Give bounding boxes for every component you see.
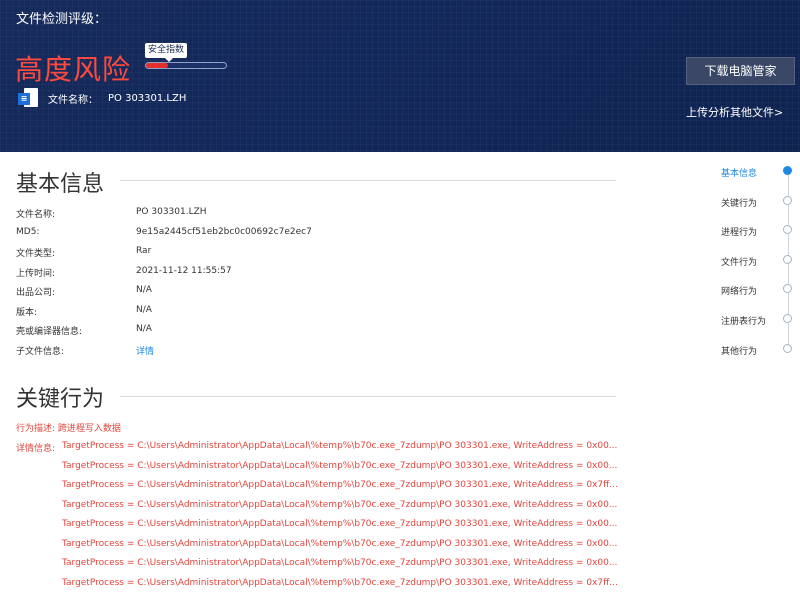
file-name-value: PO 303301.LZH: [108, 92, 187, 104]
info-row: 文件类型: Rar: [16, 246, 616, 265]
info-label: 壳或编译器信息:: [16, 327, 83, 337]
info-label: 版本:: [16, 307, 38, 318]
detail-line: TargetProcess = C:\Users\Administrator\A…: [62, 558, 618, 568]
detail-line: TargetProcess = C:\Users\Administrator\A…: [62, 519, 618, 529]
nav-item-label: 基本信息: [721, 169, 758, 179]
nav-item-label: 关键行为: [721, 198, 758, 209]
info-value: Rar: [136, 246, 152, 256]
detail-line: TargetProcess = C:\Users\Administrator\A…: [62, 538, 618, 549]
nav-item[interactable]: 关键行为: [721, 195, 796, 210]
safety-index-tag: 安全指数: [145, 43, 188, 62]
info-value: PO 303301.LZH: [136, 207, 207, 217]
basic-info-divider: [120, 180, 616, 181]
info-row: 上传时间: 2021-11-12 11:55:57: [16, 266, 616, 285]
safety-index-fill: [146, 63, 168, 68]
detail-line: TargetProcess = C:\Users\Administrator\A…: [62, 499, 618, 510]
nav-item[interactable]: 进程行为: [721, 225, 796, 239]
info-label: 上传时间:: [16, 268, 56, 279]
nav-item-label: 文件行为: [721, 257, 758, 268]
download-pc-manager-button[interactable]: 下载电脑管家: [686, 57, 795, 85]
nav-item-label: 网络行为: [721, 287, 758, 298]
nav-dot-icon: [783, 166, 792, 175]
nav-item[interactable]: 基本信息: [721, 166, 796, 180]
basic-info-title: 基本信息: [16, 172, 105, 197]
upload-other-file-link[interactable]: 上传分析其他文件>: [686, 104, 783, 120]
nav-item[interactable]: 文件行为: [721, 254, 796, 269]
detail-info-label: 详情信息:: [16, 444, 56, 454]
key-behavior-divider: [120, 396, 616, 397]
info-row: 文件名称: PO 303301.LZH: [16, 207, 616, 226]
info-row: 出品公司: N/A: [16, 285, 616, 304]
info-row: 壳或编译器信息: N/A: [16, 324, 616, 343]
detail-line: TargetProcess = C:\Users\Administrator\A…: [62, 441, 618, 451]
nav-dot-icon: [783, 225, 792, 235]
info-label: 文件类型:: [16, 249, 56, 259]
behavior-description-value: 跨进程写入数据: [57, 424, 121, 434]
detail-line: TargetProcess = C:\Users\Administrator\A…: [62, 480, 618, 490]
info-value: 2021-11-12 11:55:57: [136, 265, 232, 276]
info-label: MD5:: [16, 226, 40, 237]
behavior-description: 行为描述: 跨进程写入数据: [16, 421, 121, 434]
detail-line: TargetProcess = C:\Users\Administrator\A…: [62, 460, 618, 471]
info-value: N/A: [136, 324, 152, 334]
nav-item[interactable]: 网络行为: [721, 284, 796, 298]
file-name-label: 文件名称：: [48, 94, 98, 106]
archive-file-icon: ≡: [18, 88, 40, 108]
detail-line: TargetProcess = C:\Users\Administrator\A…: [62, 577, 618, 588]
behavior-description-label: 行为描述:: [16, 424, 56, 434]
info-value: 9e15a2445cf51eb2bc0c00692c7e2ec7: [136, 226, 312, 237]
info-label: 子文件信息:: [16, 346, 65, 357]
nav-dot-icon: [783, 314, 792, 323]
nav-dot-icon: [783, 254, 792, 264]
info-label: 出品公司:: [16, 288, 56, 298]
info-row: 子文件信息: 详情: [16, 344, 616, 363]
subfile-details-link[interactable]: 详情: [136, 344, 154, 357]
info-label: 文件名称:: [16, 210, 56, 220]
nav-item-label: 其他行为: [721, 346, 758, 357]
nav-item[interactable]: 注册表行为: [721, 314, 796, 328]
nav-item[interactable]: 其他行为: [721, 343, 796, 358]
nav-dot-icon: [783, 195, 792, 205]
info-row: MD5: 9e15a2445cf51eb2bc0c00692c7e2ec7: [16, 227, 616, 246]
nav-item-label: 进程行为: [721, 228, 758, 239]
header-banner: 文件检测评级： 高度风险 安全指数 ≡ 文件名称： PO 303301.LZH …: [0, 0, 800, 152]
info-value: N/A: [136, 304, 152, 315]
nav-dot-icon: [783, 343, 792, 353]
nav-item-label: 注册表行为: [721, 317, 767, 327]
key-behavior-title: 关键行为: [16, 387, 105, 412]
info-value: N/A: [136, 285, 152, 295]
risk-level: 高度风险: [15, 53, 132, 86]
nav-dot-icon: [783, 284, 792, 294]
safety-index-bar: [145, 62, 227, 69]
rating-title: 文件检测评级：: [16, 12, 108, 27]
info-row: 版本: N/A: [16, 305, 616, 324]
file-name-row: ≡ 文件名称： PO 303301.LZH: [18, 88, 186, 108]
